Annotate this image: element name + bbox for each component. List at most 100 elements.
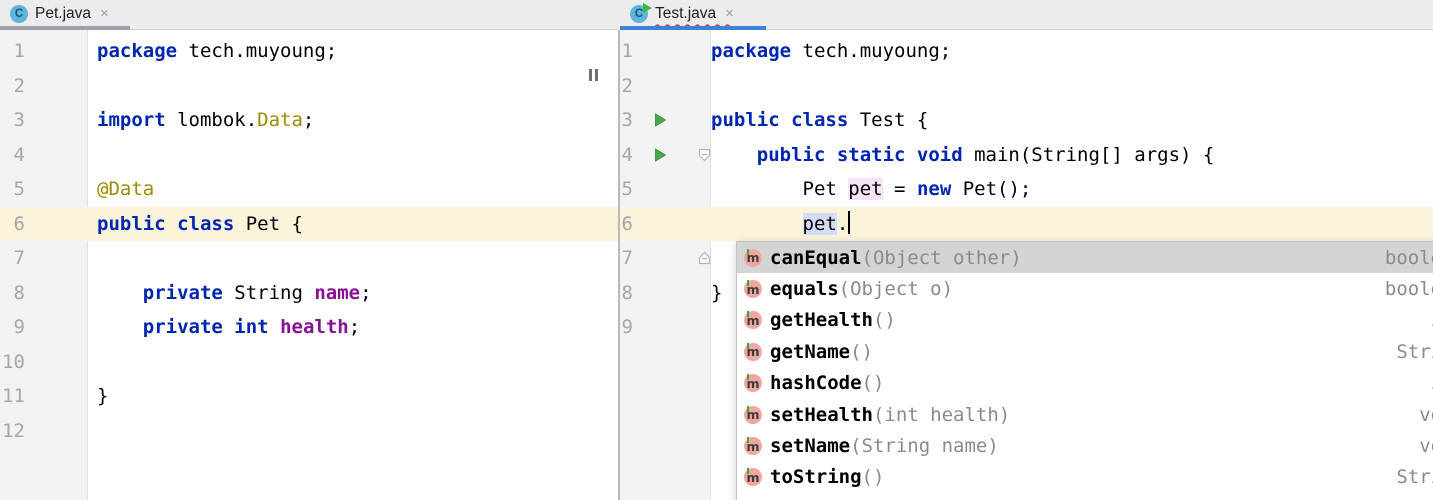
code-token: String [223, 282, 315, 304]
code-text[interactable]: public class Test { [711, 103, 1433, 138]
pane-marker-icon [589, 69, 600, 81]
code-line[interactable]: 7 [0, 241, 618, 276]
line-number: 7 [620, 241, 653, 276]
run-icon[interactable] [654, 148, 667, 162]
code-token: tech.muyoung; [791, 40, 951, 62]
code-text[interactable] [88, 345, 618, 380]
code-text[interactable]: import lombok.Data; [88, 103, 618, 138]
code-token: Pet [711, 178, 848, 200]
code-line[interactable]: 3 public class Test { [620, 103, 1433, 138]
code-text[interactable]: private String name; [88, 276, 618, 311]
code-line[interactable]: 1 package tech.muyoung; [620, 34, 1433, 69]
code-line[interactable]: 11} [0, 379, 618, 414]
completion-item[interactable]: mgetHealth()int [737, 305, 1433, 336]
code-line[interactable]: 6public class Pet { [0, 207, 618, 242]
completion-item[interactable]: mtoString()String [737, 462, 1433, 493]
completion-item[interactable]: msetName(String name)void [737, 430, 1433, 461]
run-badge-icon [643, 3, 652, 13]
completion-item[interactable]: m [737, 493, 1433, 500]
method-name: setHealth [770, 404, 873, 426]
code-line[interactable]: 2 [620, 69, 1433, 104]
code-token: tech.muyoung; [177, 40, 337, 62]
fold-marker-icon[interactable] [698, 148, 711, 162]
editor-tab-bar: C Pet.java × C Test.java × [0, 0, 1433, 30]
generated-marker-icon [747, 437, 749, 443]
completion-item[interactable]: mhashCode()int [737, 368, 1433, 399]
line-number: 3 [620, 103, 653, 138]
completion-item[interactable]: mcanEqual(Object other)boolean [737, 242, 1433, 273]
return-type: String [1396, 466, 1433, 488]
editor-pane-pet[interactable]: 1package tech.muyoung;23import lombok.Da… [0, 30, 618, 500]
method-name: equals [770, 278, 839, 300]
code-token [223, 316, 234, 338]
code-text[interactable]: } [88, 379, 618, 414]
code-token: ; [360, 282, 371, 304]
code-line[interactable]: 4 [0, 138, 618, 173]
method-name: toString [770, 466, 862, 488]
method-params: (String name) [850, 435, 999, 457]
gutter-icons [653, 69, 711, 104]
method-params: (int health) [873, 404, 1010, 426]
code-text[interactable]: public class Pet { [88, 207, 618, 242]
line-number: 4 [620, 138, 653, 173]
code-line[interactable]: 2 [0, 69, 618, 104]
code-text[interactable] [88, 69, 618, 104]
code-token: public static void [757, 144, 963, 166]
method-icon: m [744, 311, 762, 329]
run-icon[interactable] [654, 113, 667, 127]
return-type: String [1396, 341, 1433, 363]
method-params: (Object o) [839, 278, 953, 300]
line-number: 6 [620, 207, 653, 242]
code-text[interactable] [88, 138, 618, 173]
gutter-icons [653, 172, 711, 207]
code-line[interactable]: 3import lombok.Data; [0, 103, 618, 138]
method-params: () [850, 341, 873, 363]
gutter-icons [653, 276, 711, 311]
code-line[interactable]: 12 [0, 414, 618, 449]
line-number: 1 [620, 34, 653, 69]
tab-test-java[interactable]: C Test.java × [620, 0, 766, 30]
code-text[interactable]: Pet pet = new Pet(); [711, 172, 1433, 207]
code-token: public class [711, 109, 848, 131]
code-token: private [143, 316, 223, 338]
code-line[interactable]: 10 [0, 345, 618, 380]
code-token: . [837, 213, 848, 235]
code-token: package [711, 40, 791, 62]
code-text[interactable] [88, 414, 618, 449]
code-token: main(String[] args) { [963, 144, 1215, 166]
gutter-icons [653, 310, 711, 345]
code-text[interactable]: pet. [711, 207, 1433, 242]
code-text[interactable] [711, 69, 1433, 104]
close-icon[interactable]: × [100, 5, 109, 22]
code-text[interactable]: public static void main(String[] args) { [711, 138, 1433, 173]
code-token: Data [257, 109, 303, 131]
code-line[interactable]: 5@Data [0, 172, 618, 207]
line-number: 3 [0, 103, 88, 138]
java-class-icon: C [10, 5, 28, 23]
code-token: = [883, 178, 917, 200]
code-line[interactable]: 8 private String name; [0, 276, 618, 311]
code-token: pet [848, 178, 882, 200]
code-line[interactable]: 6 pet. [620, 207, 1433, 242]
return-type: void [1419, 435, 1433, 457]
completion-item[interactable]: msetHealth(int health)void [737, 399, 1433, 430]
tab-pet-java[interactable]: C Pet.java × [0, 0, 130, 30]
code-text[interactable]: private int health; [88, 310, 618, 345]
fold-marker-icon[interactable] [698, 251, 711, 265]
method-icon: m [744, 468, 762, 486]
code-line[interactable]: 4 public static void main(String[] args)… [620, 138, 1433, 173]
tab-title: Pet.java [35, 5, 91, 23]
code-text[interactable]: package tech.muyoung; [88, 34, 618, 69]
code-line[interactable]: 9 private int health; [0, 310, 618, 345]
line-number: 2 [620, 69, 653, 104]
close-icon[interactable]: × [725, 5, 734, 22]
code-text[interactable] [88, 241, 618, 276]
completion-item[interactable]: mgetName()String [737, 336, 1433, 367]
code-line[interactable]: 1package tech.muyoung; [0, 34, 618, 69]
completion-item[interactable]: mequals(Object o)boolean [737, 273, 1433, 304]
code-text[interactable]: @Data [88, 172, 618, 207]
code-line[interactable]: 5 Pet pet = new Pet(); [620, 172, 1433, 207]
method-icon: m [744, 280, 762, 298]
code-token [269, 316, 280, 338]
code-text[interactable]: package tech.muyoung; [711, 34, 1433, 69]
